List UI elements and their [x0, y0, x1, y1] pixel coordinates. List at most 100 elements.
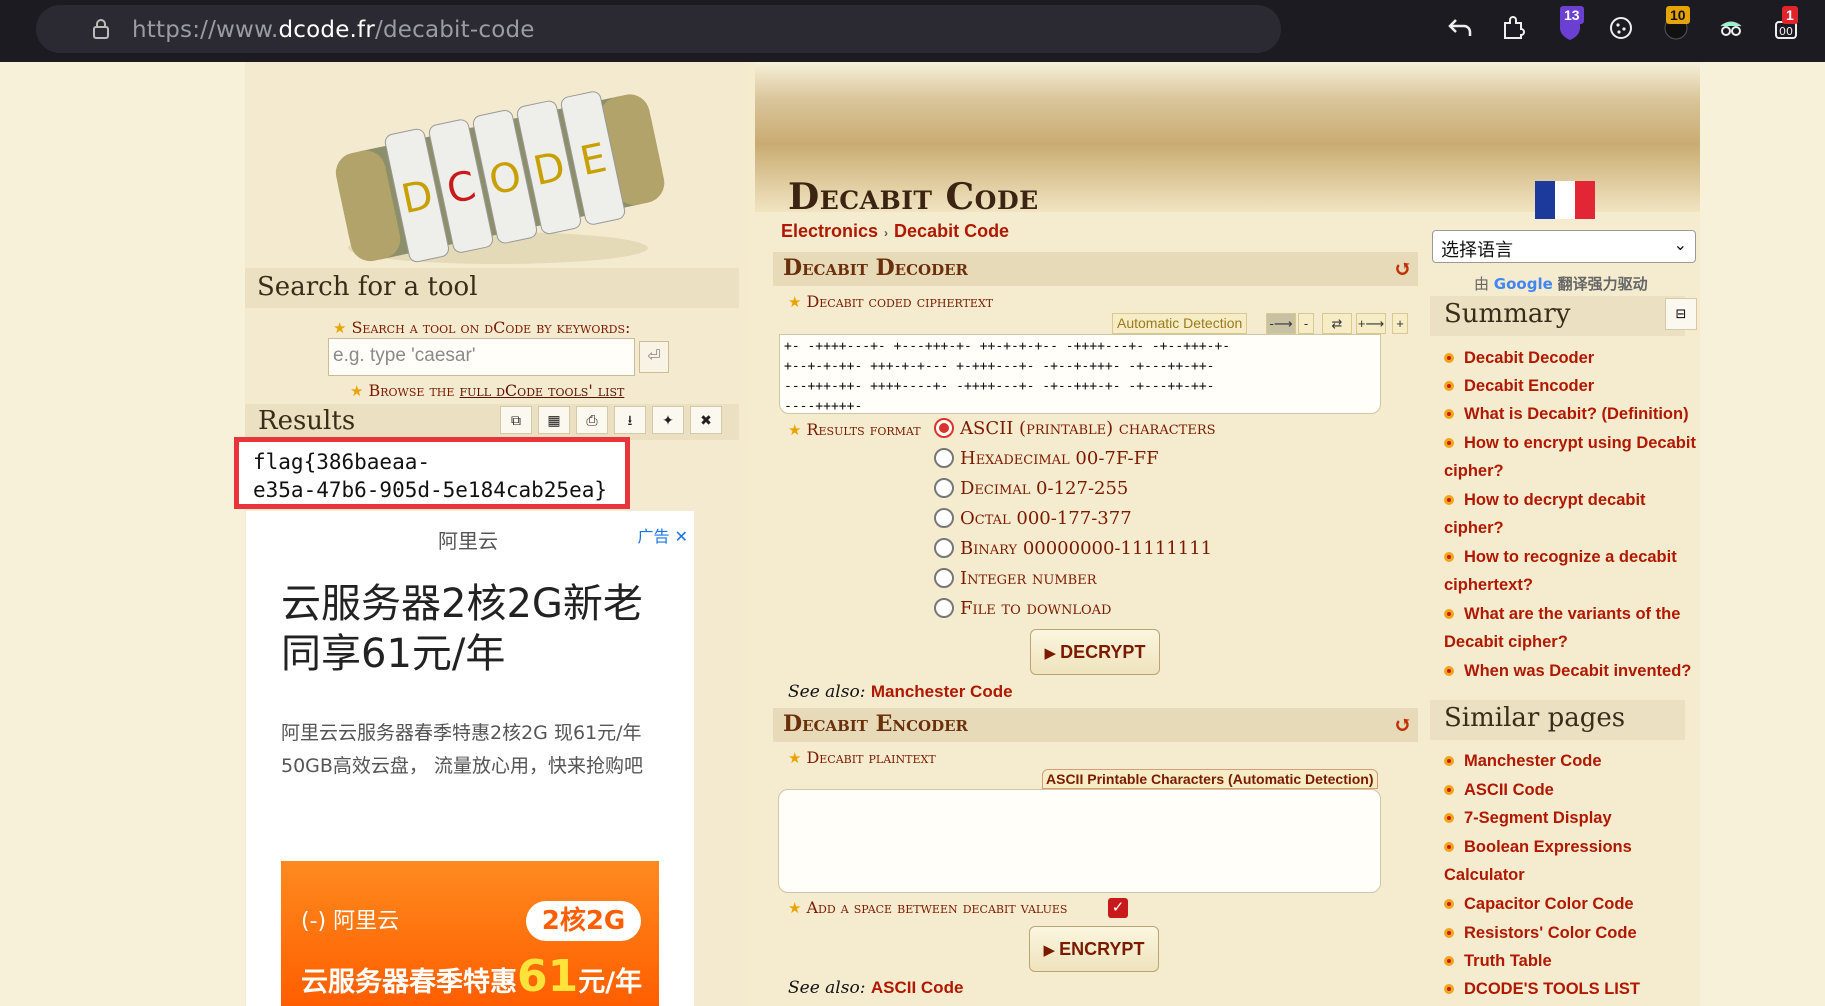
reset-icon[interactable]: ↺ — [1394, 712, 1412, 738]
similar-link[interactable]: Resistors' Color Code — [1444, 919, 1706, 947]
radio-icon[interactable] — [934, 568, 954, 588]
ad-banner-logo: (-) 阿里云 — [301, 909, 400, 934]
dcode-cryptex-logo[interactable]: D C O D E — [298, 68, 698, 268]
back-arrow-icon[interactable] — [1446, 14, 1474, 42]
spy-glasses-icon[interactable] — [1717, 14, 1745, 42]
collapse-icon[interactable]: ⊟ — [1665, 298, 1697, 330]
radio-integer[interactable]: Integer number — [934, 568, 1097, 594]
breadcrumb-current[interactable]: Decabit Code — [894, 221, 1009, 241]
extension-badge: 13 — [1560, 6, 1584, 24]
ciphertext-input[interactable]: +- -++++---+- +---+++-+- ++-+-+-+-- -+++… — [779, 334, 1381, 414]
summary-link[interactable]: When was Decabit invented? — [1444, 657, 1706, 685]
cipher-line: +- -++++---+- +---+++-+- ++-+-+-+-- -+++… — [784, 339, 1231, 354]
space-option-label: ★ Add a space between decabit values — [788, 898, 1068, 917]
extensions-puzzle-icon[interactable] — [1500, 14, 1528, 42]
decoder-panel-header[interactable]: Decabit Decoder ↺ — [773, 252, 1418, 286]
search-input[interactable]: e.g. type 'caesar' — [328, 338, 635, 376]
radio-icon[interactable] — [934, 598, 954, 618]
encrypt-button[interactable]: ▶ ENCRYPT — [1029, 926, 1159, 972]
bullet-icon — [1444, 756, 1454, 766]
ad-banner-text: 云服务器春季特惠61元/年 — [301, 951, 643, 1002]
ad-tag[interactable]: 广告 ✕ — [637, 523, 688, 547]
extension-badge: 10 — [1666, 6, 1690, 24]
radio-icon[interactable] — [934, 508, 954, 528]
summary-link[interactable]: Decabit Encoder — [1444, 372, 1706, 400]
similar-link[interactable]: Manchester Code — [1444, 747, 1706, 775]
bullet-icon — [1444, 552, 1454, 562]
save-result-button[interactable]: ▦ — [538, 406, 570, 434]
chevron-down-icon: ⌄ — [1673, 235, 1687, 254]
radio-ascii[interactable]: ASCII (printable) characters — [934, 418, 1216, 444]
ad-banner[interactable]: (-) 阿里云 2核2G 云服务器春季特惠61元/年 — [281, 861, 659, 1006]
similar-link[interactable]: 7-Segment Display — [1444, 804, 1706, 832]
radio-octal[interactable]: Octal 000-177-377 — [934, 508, 1132, 534]
encoder-panel-header[interactable]: Decabit Encoder ↺ — [773, 708, 1418, 742]
auto-detection-tag[interactable]: Automatic Detection — [1112, 313, 1248, 334]
french-flag-icon[interactable] — [1535, 181, 1595, 219]
advertisement[interactable]: 阿里云 广告 ✕ 云服务器2核2G新老同享61元/年 阿里云云服务器春季特惠2核… — [246, 511, 694, 1006]
close-result-button[interactable]: ✖ — [690, 406, 722, 434]
radio-selected-icon[interactable] — [934, 418, 954, 438]
pin-result-button[interactable]: ✦ — [652, 406, 684, 434]
summary-link[interactable]: How to decrypt decabit cipher? — [1444, 486, 1706, 542]
summary-link[interactable]: How to encrypt using Decabit cipher? — [1444, 429, 1706, 485]
star-icon: ★ — [333, 319, 347, 337]
similar-link[interactable]: ASCII Code — [1444, 776, 1706, 804]
breadcrumb-electronics[interactable]: Electronics — [781, 221, 878, 241]
address-bar[interactable]: https://www.dcode.fr/decabit-code — [36, 5, 1281, 53]
url-text: https://www.dcode.fr/decabit-code — [132, 17, 535, 43]
similar-link[interactable]: Boolean Expressions Calculator — [1444, 833, 1706, 889]
decoder-see-also: See also: Manchester Code — [788, 682, 1013, 702]
bullet-icon — [1444, 956, 1454, 966]
google-translate-credit[interactable]: 由 Google 翻译强力驱动 — [1474, 273, 1648, 294]
search-submit-button[interactable]: ⏎ — [639, 341, 669, 373]
result-line: e35a-47b6-905d-5e184cab25ea} — [253, 478, 608, 502]
download-result-button[interactable]: ⭳ — [614, 406, 646, 434]
summary-link[interactable]: How to recognize a decabit ciphertext? — [1444, 543, 1706, 599]
radio-hexadecimal[interactable]: Hexadecimal 00-7F-FF — [934, 448, 1159, 474]
radio-icon[interactable] — [934, 478, 954, 498]
cipher-line: ---+++-++- ++++----+- -++++---+- -+--+++… — [784, 379, 1215, 394]
space-checkbox[interactable]: ✓ — [1108, 898, 1128, 918]
radio-icon[interactable] — [934, 448, 954, 468]
radio-decimal[interactable]: Decimal 0-127-255 — [934, 478, 1128, 504]
see-also-ascii-link[interactable]: ASCII Code — [871, 978, 964, 997]
reset-icon[interactable]: ↺ — [1394, 256, 1412, 282]
ciphertext-label: ★ Decabit coded ciphertext — [788, 292, 994, 311]
arrow-format-toggle[interactable]: -⟶ — [1266, 313, 1296, 334]
bullet-icon — [1444, 495, 1454, 505]
breadcrumb-separator: › — [884, 226, 889, 240]
summary-link[interactable]: What is Decabit? (Definition) — [1444, 400, 1706, 428]
summary-link[interactable]: What are the variants of the Decabit cip… — [1444, 600, 1706, 656]
notification-badge: 1 — [1782, 6, 1798, 24]
result-output[interactable]: flag{386baeaa- e35a-47b6-905d-5e184cab25… — [234, 437, 630, 509]
print-result-button[interactable]: ⎙ — [576, 406, 608, 434]
similar-link[interactable]: DCODE'S TOOLS LIST — [1444, 975, 1706, 1003]
minus-format-toggle[interactable]: - — [1298, 313, 1314, 334]
ad-headline[interactable]: 云服务器2核2G新老同享61元/年 — [281, 579, 671, 679]
decrypt-button[interactable]: ▶ DECRYPT — [1030, 629, 1160, 675]
plaintext-format-tag[interactable]: ASCII Printable Characters (Automatic De… — [1042, 769, 1378, 789]
plaintext-input[interactable] — [778, 789, 1381, 893]
star-icon: ★ — [788, 749, 802, 767]
swap-icon[interactable]: ⇄ — [1322, 313, 1352, 334]
language-select[interactable]: 选择语言 ⌄ — [1432, 230, 1696, 263]
search-section-title: Search for a tool — [245, 268, 739, 308]
radio-binary[interactable]: Binary 00000000-11111111 — [934, 538, 1212, 564]
results-title: Results — [258, 406, 356, 436]
summary-link[interactable]: Decabit Decoder — [1444, 344, 1706, 372]
similar-link[interactable]: Capacitor Color Code — [1444, 890, 1706, 918]
bullet-icon — [1444, 899, 1454, 909]
similar-link[interactable]: Truth Table — [1444, 947, 1706, 975]
plus-arrow-toggle[interactable]: +⟶ — [1356, 313, 1386, 334]
radio-file[interactable]: File to download — [934, 598, 1111, 624]
radio-icon[interactable] — [934, 538, 954, 558]
browse-tools-link[interactable]: ★ Browse the full dCode tools' list — [350, 381, 624, 400]
plus-format-toggle[interactable]: + — [1392, 313, 1408, 334]
cookie-icon[interactable] — [1607, 14, 1635, 42]
result-line: flag{386baeaa- — [253, 450, 431, 474]
ad-subline: 阿里云云服务器春季特惠2核2G 现61元/年 50GB高效云盘， 流量放心用，快… — [281, 722, 643, 777]
copy-result-button[interactable]: ⧉ — [500, 406, 532, 434]
see-also-manchester-link[interactable]: Manchester Code — [871, 682, 1013, 701]
bullet-icon — [1444, 928, 1454, 938]
